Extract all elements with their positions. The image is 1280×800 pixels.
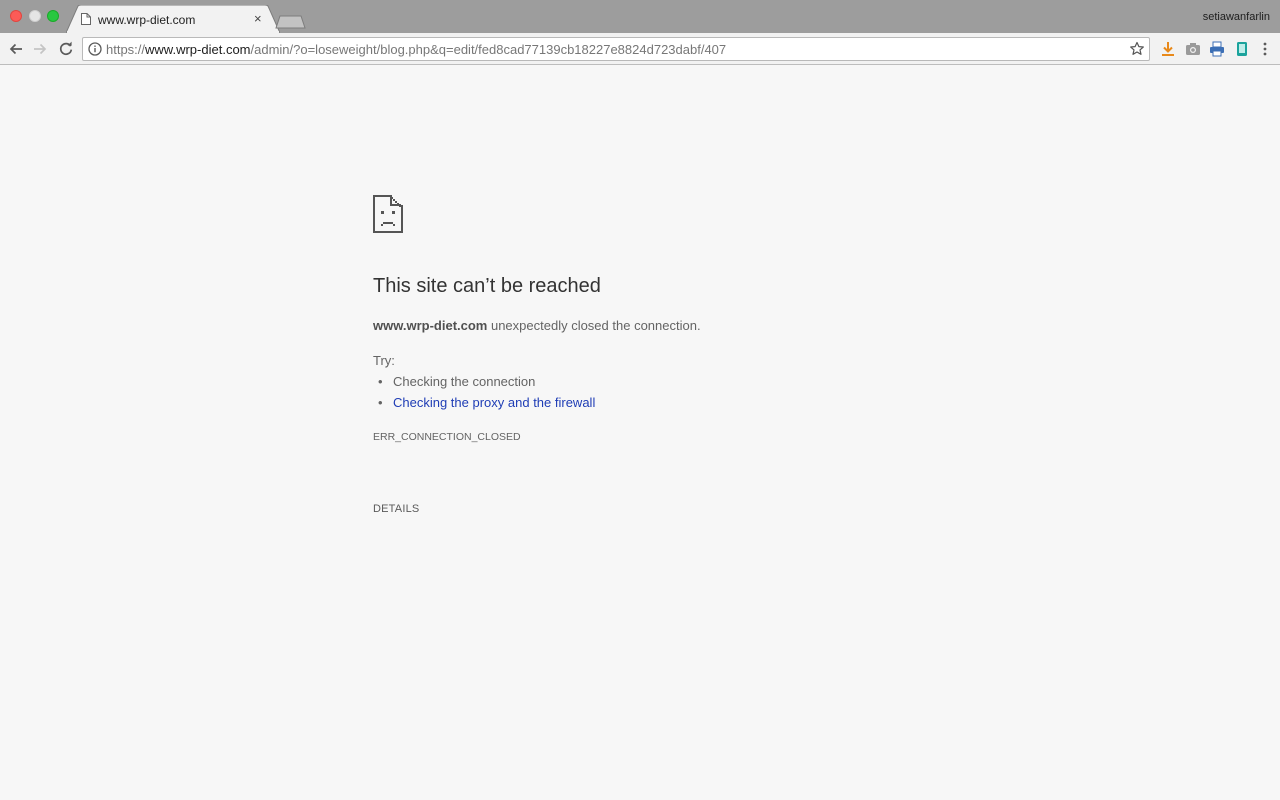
suggestion-proxy-firewall-link[interactable]: Checking the proxy and the firewall xyxy=(378,395,595,410)
profile-name[interactable]: setiawanfarlin xyxy=(1203,11,1270,23)
page-icon xyxy=(81,13,91,25)
tab-active[interactable]: www.wrp-diet.com × xyxy=(66,5,280,33)
error-message-text: unexpectedly closed the connection. xyxy=(487,318,701,333)
forward-icon[interactable] xyxy=(31,40,49,58)
url-scheme: https:// xyxy=(106,42,146,57)
details-button[interactable]: DETAILS xyxy=(373,503,419,515)
window-minimize-button[interactable] xyxy=(29,10,41,22)
back-icon[interactable] xyxy=(7,40,25,58)
menu-icon[interactable] xyxy=(1257,41,1273,57)
window-zoom-button[interactable] xyxy=(47,10,59,22)
reload-icon[interactable] xyxy=(57,40,75,58)
url-path: /admin/?o=loseweight/blog.php&q=edit/fed… xyxy=(250,42,727,57)
tab-title: www.wrp-diet.com xyxy=(98,13,196,27)
browser-toolbar: https://www.wrp-diet.com/admin/?o=losewe… xyxy=(0,33,1280,65)
error-headline: This site can’t be reached xyxy=(373,275,601,297)
error-message: www.wrp-diet.com unexpectedly closed the… xyxy=(373,318,701,333)
printer-icon[interactable] xyxy=(1209,41,1225,57)
try-label: Try: xyxy=(373,353,395,368)
tablet-icon[interactable] xyxy=(1234,41,1250,57)
sad-page-icon xyxy=(373,195,403,233)
url-text: https://www.wrp-diet.com/admin/?o=losewe… xyxy=(106,42,726,57)
tab-close-button[interactable]: × xyxy=(254,12,262,25)
address-bar[interactable]: https://www.wrp-diet.com/admin/?o=losewe… xyxy=(82,37,1150,61)
window-close-button[interactable] xyxy=(10,10,22,22)
bookmark-star-icon[interactable] xyxy=(1129,41,1145,57)
suggestion-check-connection: Checking the connection xyxy=(378,374,535,389)
url-host: www.wrp-diet.com xyxy=(145,42,251,57)
camera-icon[interactable] xyxy=(1185,41,1201,57)
info-icon[interactable] xyxy=(88,42,102,56)
download-icon[interactable] xyxy=(1160,41,1176,57)
error-code: ERR_CONNECTION_CLOSED xyxy=(373,431,521,443)
error-host: www.wrp-diet.com xyxy=(373,318,488,333)
new-tab-button[interactable] xyxy=(275,15,307,29)
tab-strip: www.wrp-diet.com × setiawanfarlin xyxy=(0,0,1280,33)
